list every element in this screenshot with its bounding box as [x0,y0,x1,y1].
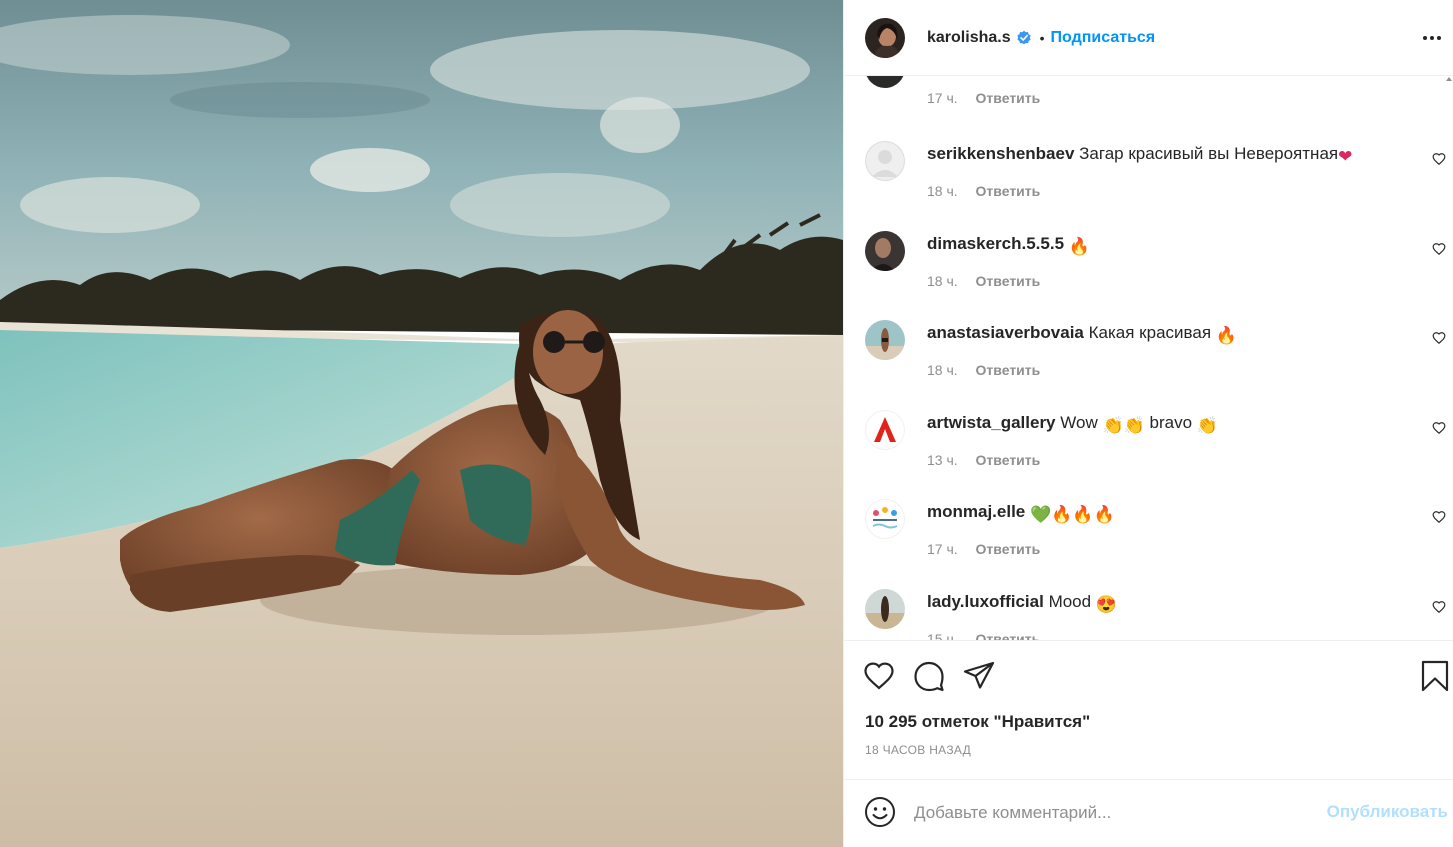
comment-body-part1: Wow [1060,413,1098,432]
comment-text: anastasiaverbovaia Какая красивая 🔥 [927,322,1237,347]
commenter-username[interactable]: dimaskerch.5.5.5 [927,234,1064,253]
scrollbar-up-arrow-icon[interactable] [1445,76,1453,82]
comment-text: artwista_gallery Wow 👏👏 bravo 👏 [927,412,1218,437]
comment-body: Какая красивая [1088,323,1212,342]
commenter-avatar[interactable] [865,141,905,181]
post-photo[interactable] [0,0,843,847]
comment-text: monmaj.elle 💚🔥🔥🔥 [927,501,1115,526]
comment-item: anastasiaverbovaia Какая красивая 🔥 18 ч… [865,320,1446,400]
heart-eyes-emoji: 😍 [1095,595,1117,614]
fire-emoji: 🔥 [1215,326,1237,345]
comment-time: 15 ч. [927,631,958,640]
green-heart-fire-emoji: 💚🔥🔥🔥 [1030,505,1115,524]
post-timestamp[interactable]: 18 ЧАСОВ НАЗАД [865,743,971,757]
comment-item: artwista_gallery Wow 👏👏 bravo 👏 13 ч. От… [865,410,1446,490]
commenter-avatar[interactable] [865,231,905,271]
reply-button[interactable]: Ответить [976,631,1041,640]
comment-time: 18 ч. [927,183,958,199]
reply-button[interactable]: Ответить [976,273,1041,289]
reply-button[interactable]: Ответить [976,541,1041,557]
comment-meta: 18 ч. Ответить [927,362,1040,378]
bookmark-icon[interactable] [1418,659,1452,693]
comment-text: dimaskerch.5.5.5 🔥 [927,233,1090,258]
clapping-hands-emoji: 👏👏 [1102,416,1145,435]
commenter-avatar[interactable] [865,320,905,360]
publish-button[interactable]: Опубликовать [1327,802,1448,822]
reply-button[interactable]: Ответить [976,362,1041,378]
comment-body-part2: bravo [1149,413,1193,432]
comment-like-heart-icon[interactable] [1432,242,1446,256]
commenter-username[interactable]: monmaj.elle [927,502,1025,521]
fire-emoji: 🔥 [1068,237,1090,256]
commenter-avatar[interactable] [865,499,905,539]
comment-body: Mood [1048,592,1092,611]
comment-meta: 13 ч. Ответить [927,452,1040,468]
comment-text: serikkenshenbaev Загар красивый вы Невер… [927,143,1352,168]
comment-item: dimaskerch.5.5.5 🔥 18 ч. Ответить [865,231,1446,311]
comment-time: 17 ч. [927,90,958,106]
comments-list[interactable]: 17 ч. Ответить serikkenshenbaev Загар кр… [844,76,1453,640]
comment-meta: 18 ч. Ответить [927,183,1040,199]
comment-meta: 17 ч. Ответить [927,541,1040,557]
post-side-panel: karolisha.s • Подписаться 17 ч. Ответить… [843,0,1453,847]
commenter-avatar[interactable] [865,410,905,450]
comment-input[interactable] [914,798,1314,828]
add-comment-bar: Опубликовать [844,779,1453,847]
commenter-username[interactable]: serikkenshenbaev [927,144,1074,163]
reply-button[interactable]: Ответить [976,183,1041,199]
beach-photo-image [0,0,843,847]
comment-item: monmaj.elle 💚🔥🔥🔥 17 ч. Ответить [865,499,1446,579]
follow-button[interactable]: Подписаться [1051,29,1156,47]
comment-meta: 17 ч. Ответить [927,90,1040,106]
comment-like-heart-icon[interactable] [1432,421,1446,435]
commenter-username[interactable]: anastasiaverbovaia [927,323,1084,342]
commenter-avatar[interactable] [865,76,905,88]
comment-like-heart-icon[interactable] [1432,510,1446,524]
commenter-avatar[interactable] [865,589,905,629]
commenter-username[interactable]: lady.luxofficial [927,592,1044,611]
reply-button[interactable]: Ответить [976,90,1041,106]
comment-like-heart-icon[interactable] [1432,152,1446,166]
verified-badge-icon [1017,30,1031,44]
comment-like-heart-icon[interactable] [1432,600,1446,614]
heart-icon[interactable] [862,659,896,693]
clapping-hands-emoji: 👏 [1196,416,1218,435]
more-horizontal-icon[interactable] [1422,28,1442,48]
post-actions: 10 295 отметок "Нравится" 18 ЧАСОВ НАЗАД [844,640,1453,780]
smiley-icon[interactable] [864,796,896,828]
author-avatar[interactable] [865,17,905,58]
comment-text: lady.luxofficial Mood 😍 [927,591,1117,616]
header-separator: • [1039,29,1045,46]
author-username[interactable]: karolisha.s [927,29,1011,47]
commenter-username[interactable]: artwista_gallery [927,413,1056,432]
comment-time: 17 ч. [927,541,958,557]
comment-meta: 15 ч. Ответить [927,631,1040,640]
comment-item: lady.luxofficial Mood 😍 15 ч. Ответить [865,589,1446,640]
comment-icon[interactable] [912,659,946,693]
comment-time: 18 ч. [927,362,958,378]
comment-meta: 18 ч. Ответить [927,273,1040,289]
post-dialog: karolisha.s • Подписаться 17 ч. Ответить… [0,0,1453,847]
likes-count[interactable]: 10 295 отметок "Нравится" [865,712,1090,732]
reply-button[interactable]: Ответить [976,452,1041,468]
comment-time: 13 ч. [927,452,958,468]
comment-like-heart-icon[interactable] [1432,331,1446,345]
comment-body: Загар красивый вы Невероятная [1079,144,1339,163]
comment-time: 18 ч. [927,273,958,289]
comment-item: serikkenshenbaev Загар красивый вы Невер… [865,141,1446,221]
red-heart-emoji: ❤ [1338,147,1353,166]
post-header: karolisha.s • Подписаться [844,0,1453,76]
comment-item: 17 ч. Ответить [865,76,1440,128]
share-icon[interactable] [962,659,996,693]
